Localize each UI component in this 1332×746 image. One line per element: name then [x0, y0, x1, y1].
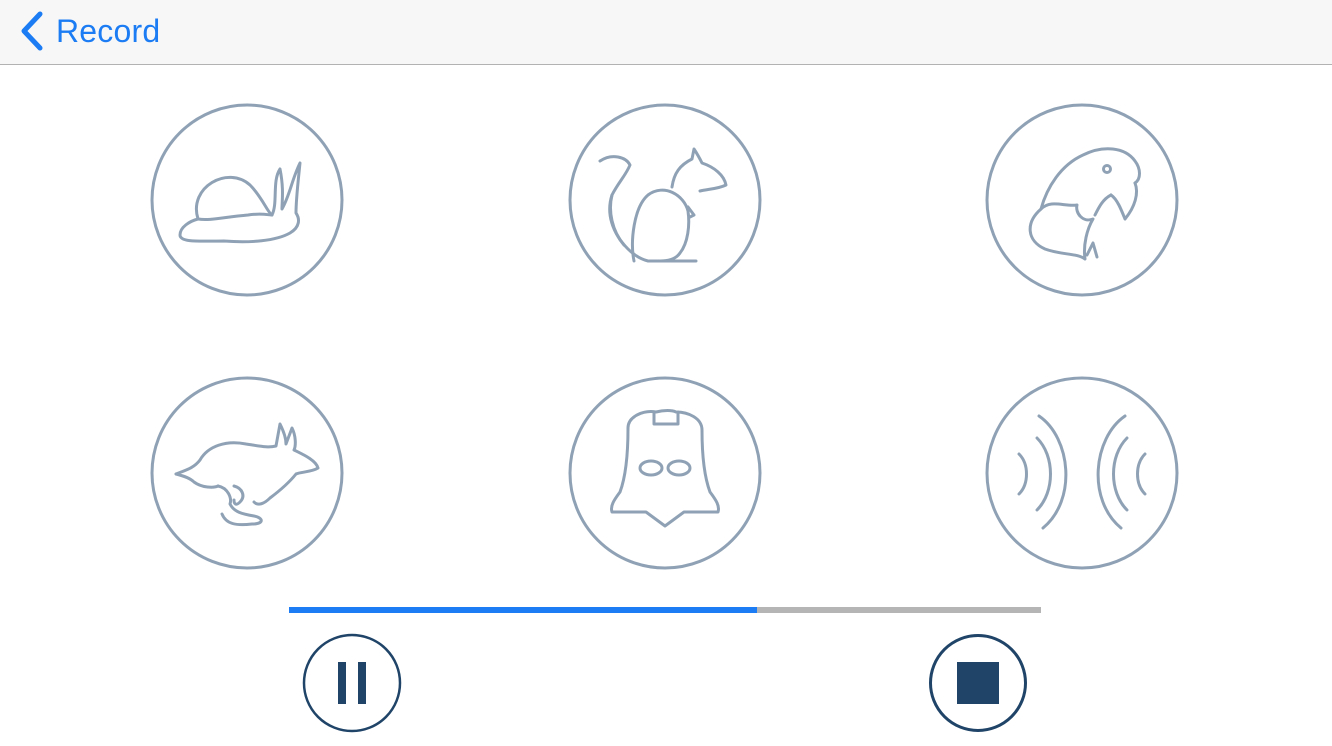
stop-button[interactable] — [928, 633, 1028, 733]
darth-vader-icon — [568, 376, 762, 570]
back-label: Record — [56, 12, 161, 49]
squirrel-effect-button[interactable] — [568, 103, 762, 297]
squirrel-icon — [568, 103, 762, 297]
echo-icon — [985, 376, 1179, 570]
pause-button[interactable] — [302, 633, 402, 733]
snail-icon — [150, 103, 344, 297]
stop-icon — [929, 634, 1027, 732]
parrot-effect-button[interactable] — [985, 103, 1179, 297]
echo-effect-button[interactable] — [985, 376, 1179, 570]
rabbit-icon — [150, 376, 344, 570]
snail-effect-button[interactable] — [150, 103, 344, 297]
chevron-left-icon — [18, 11, 44, 51]
playback-progress-fill — [289, 607, 758, 613]
playback-progress-bar[interactable] — [289, 607, 1041, 613]
rabbit-effect-button[interactable] — [150, 376, 344, 570]
parrot-icon — [985, 103, 1179, 297]
back-button[interactable]: Record — [18, 6, 160, 56]
darth-vader-effect-button[interactable] — [568, 376, 762, 570]
pause-icon — [302, 633, 402, 733]
navigation-bar: Record — [0, 0, 1332, 65]
